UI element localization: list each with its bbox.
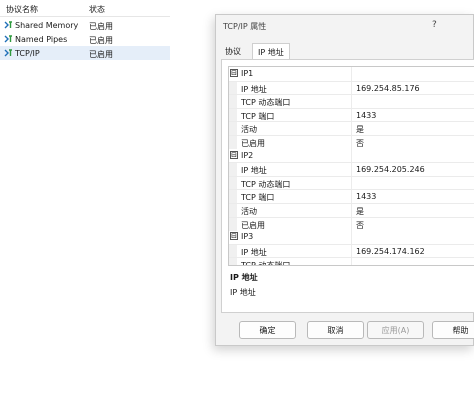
- property-value[interactable]: 否: [356, 138, 364, 149]
- property-row[interactable]: 活动 是: [229, 121, 474, 136]
- cancel-button-label: 取消: [327, 326, 344, 335]
- protocol-state: 已启用: [89, 36, 113, 45]
- row-gutter: [229, 244, 237, 258]
- property-value[interactable]: 169.254.85.176: [356, 84, 420, 93]
- property-name: TCP 动态端口: [241, 261, 291, 266]
- group-name: IP1: [241, 69, 254, 78]
- collapse-icon[interactable]: ⊟: [230, 232, 238, 241]
- protocol-icon: [4, 49, 12, 57]
- row-gutter: [229, 81, 237, 95]
- protocol-name: TCP/IP: [15, 49, 40, 58]
- property-value[interactable]: 否: [356, 220, 364, 231]
- property-grid[interactable]: ⊟ IP1 IP 地址 169.254.85.176 TCP 动态端口 TCP 端口 143…: [228, 66, 474, 266]
- protocol-name: Named Pipes: [15, 35, 68, 44]
- property-value[interactable]: 169.254.174.162: [356, 247, 425, 256]
- group-header-ip3[interactable]: ⊟ IP3: [229, 230, 474, 243]
- protocol-icon: [4, 35, 12, 43]
- property-value[interactable]: 1433: [356, 111, 376, 120]
- property-row[interactable]: 已启用 否: [229, 135, 474, 149]
- property-value[interactable]: 1433: [356, 192, 376, 201]
- protocol-state: 已启用: [89, 22, 113, 31]
- property-name: 活动: [241, 125, 257, 135]
- dialog-titlebar[interactable]: TCP/IP 属性 ?: [216, 15, 473, 39]
- help-button-label: 帮助: [452, 326, 469, 335]
- property-name: 活动: [241, 207, 257, 216]
- collapse-icon[interactable]: ⊟: [230, 150, 238, 159]
- property-name: IP 地址: [241, 166, 267, 176]
- row-gutter: [229, 258, 237, 265]
- property-name: TCP 动态端口: [241, 179, 291, 189]
- description-area: IP 地址 IP 地址: [228, 272, 474, 312]
- tab-panel: ⊟ IP1 IP 地址 169.254.85.176 TCP 动态端口 TCP 端口 143…: [221, 59, 474, 313]
- group-header-ip1[interactable]: ⊟ IP1: [229, 67, 474, 80]
- property-row[interactable]: TCP 端口 1433: [229, 189, 474, 204]
- apply-button[interactable]: 应用(A): [367, 321, 424, 339]
- property-row[interactable]: TCP 动态端口: [229, 94, 474, 109]
- property-name: 已启用: [241, 220, 265, 230]
- row-gutter: [229, 204, 237, 217]
- property-name: TCP 动态端口: [241, 98, 291, 108]
- row-gutter: [229, 163, 237, 177]
- help-button[interactable]: 帮助: [432, 321, 474, 339]
- row-gutter: [229, 190, 237, 204]
- tab-protocol-label: 协议: [225, 47, 241, 56]
- property-row[interactable]: TCP 端口 1433: [229, 107, 474, 122]
- ok-button[interactable]: 确定: [239, 321, 296, 339]
- cancel-button[interactable]: 取消: [307, 321, 364, 339]
- protocol-row[interactable]: TCP/IP 已启用: [0, 46, 170, 60]
- property-name: 已启用: [241, 139, 265, 148]
- protocol-list: 协议名称 状态 Shared Memory 已启用 Named Pipes 已启用 TC…: [0, 0, 170, 412]
- collapse-icon[interactable]: ⊟: [230, 69, 238, 77]
- tab-ip-addresses[interactable]: IP 地址: [252, 43, 290, 60]
- tab-protocol[interactable]: 协议: [221, 43, 249, 59]
- row-gutter: [229, 95, 237, 109]
- row-gutter: [229, 136, 237, 149]
- protocol-name: Shared Memory: [15, 21, 79, 30]
- property-row[interactable]: IP 地址 169.254.85.176: [229, 80, 474, 95]
- protocol-list-header: 协议名称 状态: [0, 0, 170, 17]
- tcpip-properties-dialog: TCP/IP 属性 ? 协议 IP 地址 ⊟ IP1 IP 地址 169.254.85…: [215, 14, 474, 346]
- property-name: IP 地址: [241, 84, 267, 94]
- protocol-state: 已启用: [89, 50, 113, 59]
- protocol-row[interactable]: Named Pipes 已启用: [0, 32, 170, 46]
- help-icon[interactable]: ?: [432, 20, 437, 30]
- property-row[interactable]: 已启用 否: [229, 216, 474, 231]
- group-header-ip2[interactable]: ⊟ IP2: [229, 149, 474, 162]
- ok-button-label: 确定: [259, 326, 276, 335]
- property-row[interactable]: IP 地址 169.254.174.162: [229, 243, 474, 258]
- protocol-icon: [4, 21, 12, 29]
- property-row[interactable]: TCP 动态端口: [229, 257, 474, 266]
- description-title: IP 地址: [230, 273, 258, 282]
- row-gutter: [229, 108, 237, 122]
- property-name: IP 地址: [241, 247, 267, 257]
- apply-button-label: 应用(A): [381, 326, 410, 335]
- column-header-state[interactable]: 状态: [89, 4, 105, 15]
- row-gutter: [229, 217, 237, 231]
- property-value[interactable]: 是: [356, 124, 364, 135]
- property-name: TCP 端口: [241, 193, 275, 203]
- property-row[interactable]: 活动 是: [229, 203, 474, 217]
- protocol-row[interactable]: Shared Memory 已启用: [0, 18, 170, 32]
- property-value[interactable]: 169.254.205.246: [356, 165, 425, 174]
- row-gutter: [229, 176, 237, 190]
- tab-ip-addresses-label: IP 地址: [258, 48, 284, 57]
- row-gutter: [229, 122, 237, 136]
- column-header-name[interactable]: 协议名称: [6, 4, 38, 15]
- description-text: IP 地址: [230, 288, 256, 297]
- property-name: TCP 端口: [241, 111, 275, 121]
- group-name: IP3: [241, 232, 254, 242]
- property-row[interactable]: TCP 动态端口: [229, 175, 474, 190]
- dialog-title: TCP/IP 属性: [223, 22, 267, 31]
- property-value[interactable]: 是: [356, 206, 364, 217]
- group-name: IP2: [241, 150, 254, 160]
- property-row[interactable]: IP 地址 169.254.205.246: [229, 162, 474, 177]
